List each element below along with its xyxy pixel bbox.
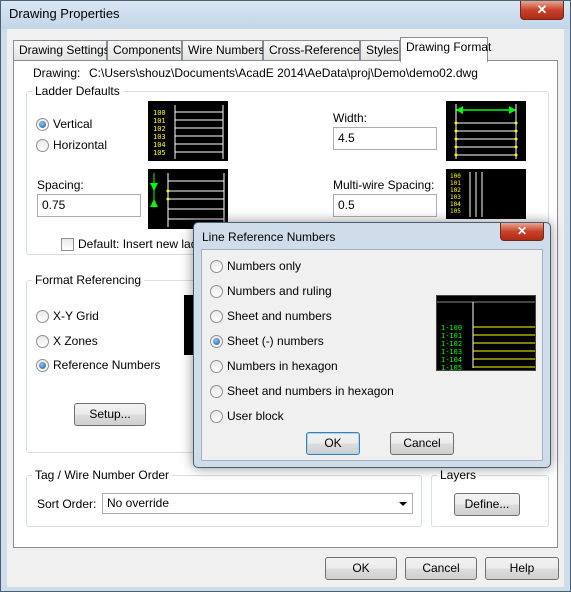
tag-order-title: Tag / Wire Number Order [32, 468, 173, 482]
drawing-properties-window: Drawing Properties ✕ Drawing Settings Co… [0, 0, 571, 592]
tab-cross-references[interactable]: Cross-References [263, 40, 366, 60]
tab-wire-numbers[interactable]: Wire Numbers [182, 40, 265, 60]
xy-grid-radio[interactable] [36, 310, 49, 323]
option-user-block-radio[interactable] [210, 410, 223, 423]
option-label: Numbers in hexagon [227, 359, 338, 373]
ladder-num: 104 [153, 141, 166, 149]
option-sheet-dash-numbers-radio[interactable] [210, 335, 223, 348]
vertical-radio[interactable] [36, 118, 49, 131]
ladder-num: 103 [450, 194, 461, 201]
drawing-label: Drawing: [33, 66, 81, 80]
x-zones-label: X Zones [53, 334, 98, 348]
option-numbers-only-radio[interactable] [210, 260, 223, 273]
define-layers-button[interactable]: Define... [454, 493, 520, 516]
option-label: Numbers only [227, 259, 302, 273]
line-ref-label: 1-105 [441, 364, 462, 371]
option-sheet-numbers-radio[interactable] [210, 310, 223, 323]
width-input[interactable]: 4.5 [333, 127, 437, 150]
option-numbers-ruling-radio[interactable] [210, 285, 223, 298]
horizontal-label: Horizontal [53, 138, 108, 152]
option-label: Numbers and ruling [227, 284, 332, 298]
spacing-preview [148, 169, 228, 229]
tab-styles[interactable]: Styles [360, 40, 400, 60]
title-bar[interactable]: Drawing Properties ✕ [1, 1, 570, 29]
option-label: Sheet and numbers [227, 309, 332, 323]
vertical-label: Vertical [53, 117, 93, 131]
ladder-num: 102 [450, 187, 461, 194]
format-referencing-title: Format Referencing [32, 273, 145, 287]
line-ref-label: 1-100 [441, 324, 462, 332]
option-sheet-numbers-hexagon-radio[interactable] [210, 385, 223, 398]
line-ref-label: 1-103 [441, 348, 462, 356]
option-label: Sheet (-) numbers [227, 334, 324, 348]
cancel-button[interactable]: Cancel [405, 557, 477, 580]
ladder-num: 103 [153, 133, 166, 141]
ladder-num: 105 [450, 208, 461, 215]
close-button[interactable]: ✕ [520, 1, 564, 20]
dialog-client: Numbers only Numbers and ruling Sheet an… [201, 249, 543, 461]
layers-title: Layers [437, 468, 480, 482]
dialog-title: Line Reference Numbers [202, 230, 336, 244]
default-insert-checkbox[interactable] [61, 238, 74, 251]
ladder-num: 101 [450, 180, 461, 187]
sort-order-value: No override [107, 496, 170, 510]
dialog-ok-button[interactable]: OK [306, 432, 360, 455]
ladder-num: 100 [450, 173, 461, 180]
tab-drawing-settings[interactable]: Drawing Settings [13, 40, 110, 60]
tab-components[interactable]: Components [107, 40, 182, 60]
default-insert-label: Default: Insert new ladde [78, 237, 211, 251]
line-ref-label: 1-101 [441, 332, 462, 340]
vertical-ladder-preview: 100 101 102 103 104 105 [148, 101, 228, 161]
spacing-label: Spacing: [37, 178, 84, 192]
option-label: User block [227, 409, 284, 423]
ladder-num: 102 [153, 125, 166, 133]
reference-numbers-radio[interactable] [36, 359, 49, 372]
drawing-path: C:\Users\shouz\Documents\AcadE 2014\AeDa… [89, 66, 478, 80]
reference-numbers-label: Reference Numbers [53, 358, 161, 372]
setup-button[interactable]: Setup... [74, 403, 146, 426]
help-button[interactable]: Help [485, 557, 559, 580]
horizontal-radio[interactable] [36, 139, 49, 152]
ladder-num: 100 [153, 109, 166, 117]
ok-button[interactable]: OK [325, 557, 397, 580]
line-ref-label: 1-102 [441, 340, 462, 348]
sort-order-label: Sort Order: [37, 497, 97, 511]
multiwire-label: Multi-wire Spacing: [333, 178, 435, 192]
ladder-num: 105 [153, 149, 166, 157]
multiwire-preview: 100 101 102 103 104 105 [446, 169, 526, 219]
dialog-cancel-button[interactable]: Cancel [390, 432, 454, 455]
xy-grid-label: X-Y Grid [53, 309, 99, 323]
ladder-defaults-title: Ladder Defaults [32, 84, 123, 98]
ladder-num: 101 [153, 117, 166, 125]
window-title: Drawing Properties [9, 6, 120, 21]
line-reference-preview: 1-100 1-101 1-102 1-103 1-104 1-105 [436, 295, 536, 371]
x-zones-radio[interactable] [36, 335, 49, 348]
spacing-input[interactable]: 0.75 [37, 194, 141, 217]
line-reference-numbers-dialog: Line Reference Numbers ✕ Numbers only Nu… [193, 222, 551, 468]
width-preview [446, 101, 526, 161]
sort-order-select[interactable]: No override [102, 493, 413, 514]
tab-drawing-format[interactable]: Drawing Format [400, 37, 491, 62]
line-ref-label: 1-104 [441, 356, 462, 364]
option-numbers-hexagon-radio[interactable] [210, 360, 223, 373]
ladder-num: 104 [450, 201, 461, 208]
multiwire-input[interactable]: 0.5 [333, 194, 437, 217]
dialog-close-button[interactable]: ✕ [500, 223, 544, 241]
width-label: Width: [333, 111, 368, 125]
chevron-down-icon [399, 502, 407, 506]
option-label: Sheet and numbers in hexagon [227, 384, 394, 398]
